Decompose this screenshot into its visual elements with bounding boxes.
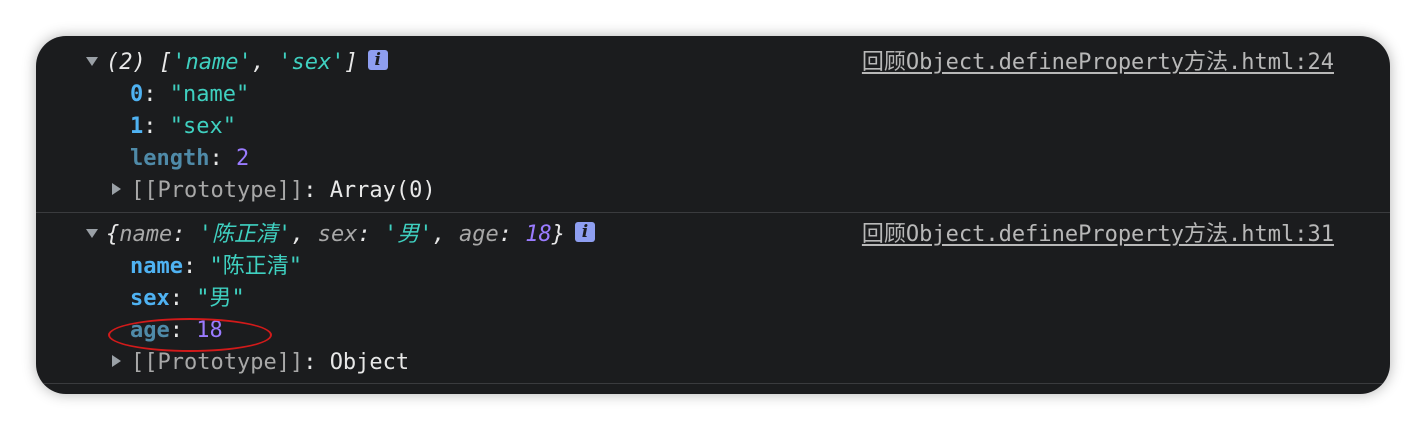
devtools-console: (2) ['name', 'sex'] i 回顾Object.defineProp… (36, 36, 1390, 394)
property-row: 1: "sex" (130, 114, 236, 139)
preview-key: age (458, 222, 499, 247)
property-key: 1 (130, 114, 144, 139)
prototype-row[interactable]: [[Prototype]]: Array(0) (112, 176, 436, 206)
object-summary-row[interactable]: {name: '陈正清', sex: '男', age: 18} i (86, 220, 595, 250)
info-icon[interactable]: i (367, 50, 388, 70)
array-preview-item: 'name' (172, 50, 252, 75)
array-preview-item: 'sex' (278, 50, 345, 75)
prototype-row[interactable]: [[Prototype]]: Object (112, 348, 409, 378)
expand-triangle-icon[interactable] (86, 56, 98, 66)
property-key: 0 (130, 82, 144, 107)
property-key: age (130, 318, 170, 343)
prototype-label: [[Prototype]] (131, 350, 304, 375)
prototype-label: [[Prototype]] (131, 178, 304, 203)
preview-value: 18 (525, 222, 552, 247)
property-row: name: "陈正清" (130, 254, 302, 279)
prototype-value: Object (329, 350, 410, 375)
property-value: 18 (196, 318, 223, 343)
collapse-triangle-icon[interactable] (112, 355, 121, 367)
property-key: length (130, 146, 210, 171)
property-key: sex (130, 286, 170, 311)
preview-key: sex (317, 222, 358, 247)
preview-value: '男' (383, 222, 433, 247)
property-row: length: 2 (130, 146, 250, 171)
property-value: "陈正清" (209, 254, 302, 279)
array-count: (2) (106, 50, 146, 75)
source-link[interactable]: 回顾Object.defineProperty方法.html:24 (862, 48, 1334, 78)
source-link[interactable]: 回顾Object.defineProperty方法.html:31 (862, 220, 1334, 250)
property-value: "name" (169, 82, 250, 107)
property-value: "男" (196, 286, 245, 311)
property-row: sex: "男" (130, 286, 245, 311)
array-summary-row[interactable]: (2) ['name', 'sex'] i (86, 48, 388, 78)
property-row: 0: "name" (130, 82, 250, 107)
property-key: name (130, 254, 183, 279)
expand-triangle-icon[interactable] (86, 228, 98, 238)
console-entry-array: (2) ['name', 'sex'] i 回顾Object.defineProp… (36, 36, 1390, 213)
property-row: age: 18 (130, 318, 223, 343)
preview-value: '陈正清' (198, 222, 292, 247)
collapse-triangle-icon[interactable] (112, 183, 121, 195)
info-icon[interactable]: i (574, 222, 595, 242)
prototype-value: Array(0) (329, 178, 436, 203)
property-value: 2 (235, 146, 250, 171)
property-value: "sex" (169, 114, 236, 139)
preview-key: name (119, 222, 173, 247)
console-entry-object: {name: '陈正清', sex: '男', age: 18} i 回顾Obje… (36, 213, 1390, 384)
